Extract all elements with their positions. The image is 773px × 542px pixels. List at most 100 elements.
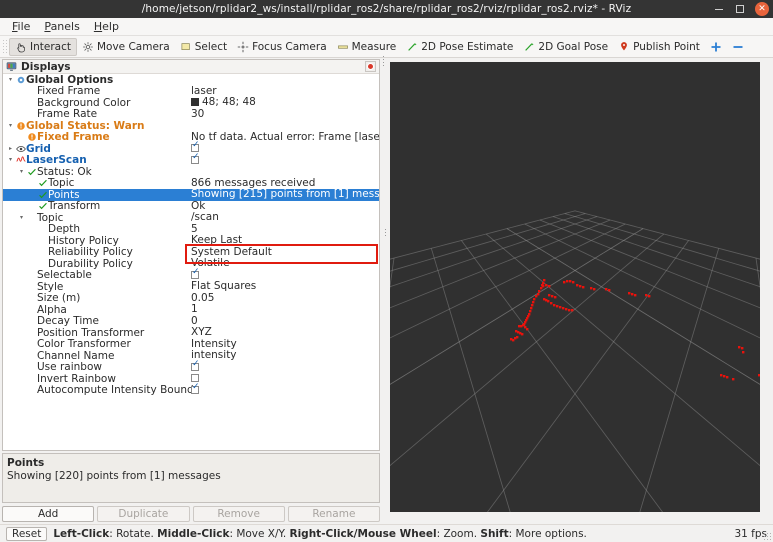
tool-move-camera[interactable]: Move Camera	[77, 38, 175, 56]
tree-expander-down[interactable]: ▾	[6, 157, 15, 163]
grid-line	[574, 232, 579, 235]
checkbox[interactable]	[191, 141, 200, 152]
tool-focus-camera[interactable]: Focus Camera	[232, 38, 332, 56]
tool-add-button[interactable]	[705, 38, 727, 56]
tool-select-label: Select	[194, 40, 228, 53]
tree-row-fixed-frame[interactable]: Fixed Frame laser	[3, 85, 379, 97]
tree-row-fixed-frame[interactable]: Fixed Frame No tf data. Actual error: Fra…	[3, 131, 379, 144]
tree-row-autocompute-intensity-bounds[interactable]: Autocompute Intensity Bounds	[3, 383, 379, 397]
tree-row-use-rainbow[interactable]: Use rainbow	[3, 360, 379, 374]
vertical-splitter-handle[interactable]	[384, 228, 388, 238]
reset-button[interactable]: Reset	[6, 526, 48, 541]
tree-row-style[interactable]: Style Flat Squares	[3, 280, 379, 293]
tool-publish-point-label: Publish Point	[633, 40, 700, 53]
menu-item-file[interactable]: FFileile	[6, 19, 36, 34]
tool-2d-pose-estimate[interactable]: 2D Pose Estimate	[401, 38, 518, 56]
grid-line	[685, 242, 688, 245]
grid-line	[638, 252, 642, 256]
tree-row-value[interactable]: Flat Squares	[191, 280, 256, 293]
tree-row-history-policy[interactable]: History Policy Keep Last	[3, 234, 379, 247]
tree-row-invert-rainbow[interactable]: Invert Rainbow	[3, 373, 379, 385]
tree-row-value[interactable]	[191, 360, 200, 374]
grid-line	[591, 238, 595, 241]
tree-expander-down[interactable]: ▾	[6, 122, 15, 129]
grid-line	[606, 218, 611, 221]
grid-line	[491, 263, 501, 268]
hint-part: : Rotate.	[109, 527, 158, 540]
tree-row-label: LaserScan	[26, 154, 87, 167]
tree-expander-down[interactable]: ▾	[17, 168, 26, 175]
grid-line	[759, 282, 760, 287]
resize-grip[interactable]	[763, 532, 772, 541]
horizontal-splitter-handle[interactable]	[382, 55, 386, 67]
tree-row-value[interactable]: No tf data. Actual error: Frame [laser] …	[191, 131, 379, 144]
checkbox[interactable]	[191, 383, 200, 394]
grid-line	[599, 216, 604, 219]
menu-item-help[interactable]: Help	[88, 19, 125, 34]
tree-expander-right[interactable]: ▸	[6, 145, 15, 152]
tree-row-points[interactable]: Points Showing [215] points from [1] mess…	[3, 188, 379, 201]
grid-line	[525, 229, 531, 232]
tree-row-value[interactable]: 1	[191, 303, 198, 316]
grid-line	[506, 226, 512, 230]
tree-row-value[interactable]: 48; 48; 48	[191, 96, 256, 109]
tool-publish-point[interactable]: Publish Point	[613, 38, 705, 56]
minimize-button[interactable]	[713, 3, 725, 15]
tree-expander-down[interactable]: ▾	[6, 76, 15, 83]
status-bar: Reset Left-Click: Rotate. Middle-Click: …	[0, 524, 773, 542]
color-swatch[interactable]	[191, 98, 199, 106]
maximize-button[interactable]	[734, 3, 746, 15]
tree-row-background-color[interactable]: Background Color 48; 48; 48	[3, 96, 379, 109]
tree-row-position-transformer[interactable]: Position Transformer XYZ	[3, 326, 379, 339]
tree-row-frame-rate[interactable]: Frame Rate 30	[3, 108, 379, 121]
checkbox[interactable]	[191, 360, 200, 371]
tree-row-alpha[interactable]: Alpha 1	[3, 303, 379, 316]
tree-row-value[interactable]	[191, 153, 200, 167]
tree-row-laserscan[interactable]: ▾ LaserScan	[3, 153, 379, 167]
display-tree[interactable]: ▾ Global Options Fixed Frame laser Backgroun…	[3, 74, 379, 451]
grid-line	[716, 250, 719, 254]
tree-row-global-status-warn[interactable]: ▾ Global Status: Warn	[3, 120, 379, 132]
tool-interact[interactable]: Interact	[9, 37, 77, 56]
displays-panel-close[interactable]	[365, 61, 376, 72]
tool-remove-button[interactable]	[727, 38, 749, 56]
tool-2d-goal-pose[interactable]: 2D Goal Pose	[518, 38, 613, 56]
grid-line	[625, 223, 630, 226]
tree-expander-down[interactable]: ▾	[17, 214, 26, 221]
tree-row-global-options[interactable]: ▾ Global Options	[3, 74, 379, 86]
tree-row-topic[interactable]: ▾ Topic/scan	[3, 211, 379, 224]
grid-line	[700, 302, 703, 310]
checkbox[interactable]	[191, 153, 200, 164]
menu-item-panels[interactable]: Panels	[38, 19, 85, 34]
tree-row-value[interactable]: 30	[191, 108, 204, 121]
grid-line	[640, 245, 647, 249]
tree-row-durability-policy[interactable]: Durability Policy Volatile	[3, 257, 379, 269]
render-view-3d[interactable]	[390, 62, 760, 512]
tree-row-value[interactable]: /scan	[191, 211, 219, 224]
grid-line	[572, 216, 576, 218]
checkbox[interactable]	[191, 268, 200, 279]
tool-select[interactable]: Select	[175, 38, 232, 56]
close-button[interactable]: ✕	[755, 2, 769, 16]
tool-measure[interactable]: Measure	[332, 38, 402, 56]
tree-row-channel-name[interactable]: Channel Name intensity	[3, 349, 379, 361]
tree-row-value[interactable]: Showing [215] points from [1] messages	[191, 188, 379, 201]
tree-row-value[interactable]: XYZ	[191, 326, 212, 339]
grid-line	[648, 315, 662, 325]
laser-point	[532, 301, 535, 304]
toolbar-grip[interactable]	[2, 38, 8, 55]
grid-line	[618, 238, 624, 241]
grid-line	[566, 217, 570, 220]
laser-point	[608, 289, 611, 292]
tree-row-value[interactable]	[191, 383, 200, 397]
laser-point	[645, 294, 648, 297]
tree-row-value[interactable]: Keep Last	[191, 234, 242, 247]
grid-line	[510, 233, 516, 236]
grid-line	[609, 291, 619, 298]
tree-row-status-ok[interactable]: ▾ Status: Ok	[3, 166, 379, 178]
add-button[interactable]: Add	[2, 506, 95, 522]
checkbox[interactable]	[191, 374, 199, 382]
grid-line	[636, 277, 646, 283]
grid-line	[675, 257, 684, 262]
tree-row-grid[interactable]: ▸ Grid	[3, 141, 379, 155]
